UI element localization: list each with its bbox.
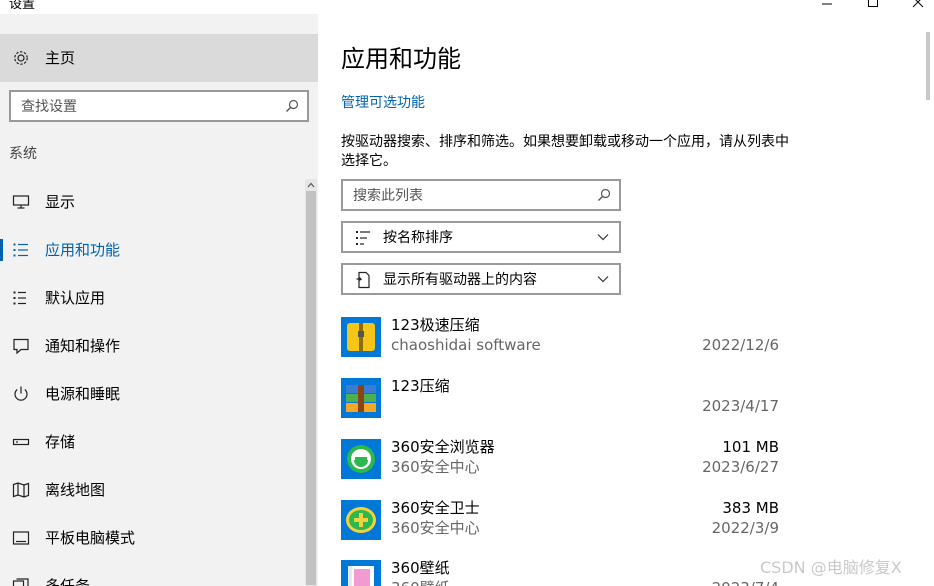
sort-list-icon bbox=[356, 231, 370, 245]
app-list-item[interactable]: 123极速压缩 chaoshidai software 2022/12/6 bbox=[341, 314, 781, 370]
app-name: 360安全浏览器 bbox=[391, 438, 495, 456]
page-title: 应用和功能 bbox=[341, 45, 461, 73]
description-text: 按驱动器搜索、排序和筛选。如果想要卸载或移动一个应用，请从列表中选择它。 bbox=[341, 134, 789, 169]
app-publisher: 360安全中心 bbox=[391, 458, 480, 476]
sidebar-scrollbar-thumb[interactable] bbox=[306, 191, 316, 585]
default-apps-icon bbox=[13, 291, 26, 305]
sidebar-item-label: 显示 bbox=[45, 193, 76, 211]
manage-optional-features-link[interactable]: 管理可选功能 bbox=[341, 93, 425, 113]
360-security-icon bbox=[341, 500, 381, 540]
offline-maps-icon bbox=[12, 482, 30, 498]
scroll-up-arrow-icon[interactable] bbox=[307, 181, 315, 189]
tablet-mode-icon bbox=[12, 531, 30, 545]
compress-archive-icon bbox=[341, 378, 381, 418]
sidebar-item-multitasking[interactable]: 多任务 bbox=[0, 566, 300, 586]
sidebar-item-power[interactable]: 电源和睡眠 bbox=[0, 374, 300, 414]
search-icon bbox=[286, 99, 299, 112]
main-scrollbar[interactable] bbox=[926, 32, 930, 100]
active-indicator bbox=[0, 239, 3, 261]
sidebar-item-apps-features[interactable]: 应用和功能 bbox=[0, 230, 300, 270]
close-button[interactable] bbox=[895, 0, 934, 13]
app-size: 101 MB bbox=[722, 438, 779, 456]
app-name: 360安全卫士 bbox=[391, 499, 480, 517]
sidebar-item-label: 电源和睡眠 bbox=[45, 385, 121, 403]
sidebar-item-label: 存储 bbox=[45, 433, 76, 451]
app-date: 2023/4/17 bbox=[702, 397, 779, 415]
maximize-icon bbox=[868, 0, 878, 7]
sidebar-item-storage[interactable]: 存储 bbox=[0, 422, 300, 462]
multitasking-icon bbox=[12, 578, 29, 586]
home-label: 主页 bbox=[45, 49, 76, 67]
sidebar: 主页 查找设置 系统 显示 应用和功能 默认应用 通知和操作 电源和睡眠 存储 … bbox=[0, 14, 318, 586]
gear-icon bbox=[14, 51, 28, 65]
sidebar-item-label: 通知和操作 bbox=[45, 337, 121, 355]
chevron-down-icon bbox=[597, 276, 609, 283]
search-icon bbox=[598, 188, 611, 201]
sort-dropdown-label: 按名称排序 bbox=[383, 230, 453, 246]
power-icon bbox=[14, 386, 28, 401]
app-name: 360壁纸 bbox=[391, 559, 450, 577]
app-list-item[interactable]: 360安全卫士 360安全中心 383 MB 2022/3/9 bbox=[341, 497, 781, 553]
storage-icon bbox=[12, 438, 30, 446]
sidebar-item-label: 离线地图 bbox=[45, 481, 106, 499]
app-list-item[interactable]: 123压缩 2023/4/17 bbox=[341, 375, 781, 431]
window-title: 设置 bbox=[9, 0, 36, 12]
drive-filter-label: 显示所有驱动器上的内容 bbox=[383, 272, 537, 288]
sidebar-item-label: 多任务 bbox=[45, 577, 91, 586]
app-list-item[interactable]: 360壁纸 360壁纸 2023/7/4 bbox=[341, 557, 781, 586]
sidebar-item-offline-maps[interactable]: 离线地图 bbox=[0, 470, 300, 510]
sidebar-item-notifications[interactable]: 通知和操作 bbox=[0, 326, 300, 366]
drive-filter-icon bbox=[356, 271, 370, 289]
minimize-button[interactable] bbox=[804, 0, 850, 13]
sidebar-item-label: 默认应用 bbox=[45, 289, 106, 307]
app-date: 2022/3/9 bbox=[711, 519, 779, 537]
sidebar-item-tablet-mode[interactable]: 平板电脑模式 bbox=[0, 518, 300, 558]
sidebar-item-default-apps[interactable]: 默认应用 bbox=[0, 278, 300, 318]
notifications-icon bbox=[13, 338, 29, 355]
drive-filter-dropdown[interactable]: 显示所有驱动器上的内容 bbox=[341, 263, 621, 295]
app-name: 123压缩 bbox=[391, 377, 450, 395]
360-wallpaper-icon bbox=[341, 560, 381, 586]
apps-features-icon bbox=[13, 243, 28, 257]
app-publisher: chaoshidai software bbox=[391, 336, 541, 354]
sidebar-scrollbar[interactable] bbox=[305, 179, 317, 586]
watermark: CSDN @电脑修复X bbox=[760, 558, 902, 577]
close-icon bbox=[912, 0, 924, 8]
chevron-down-icon bbox=[597, 234, 609, 241]
app-name: 123极速压缩 bbox=[391, 316, 480, 334]
app-list-search-placeholder: 搜索此列表 bbox=[353, 188, 423, 204]
sort-dropdown[interactable]: 按名称排序 bbox=[341, 221, 621, 253]
sidebar-item-label: 平板电脑模式 bbox=[45, 529, 136, 547]
minimize-icon bbox=[822, 3, 832, 5]
main-content: 应用和功能 管理可选功能 按驱动器搜索、排序和筛选。如果想要卸载或移动一个应用，… bbox=[318, 14, 934, 586]
app-publisher: 360壁纸 bbox=[391, 577, 450, 586]
app-list-item[interactable]: 360安全浏览器 360安全中心 101 MB 2023/6/27 bbox=[341, 436, 781, 492]
display-icon bbox=[12, 195, 30, 209]
sidebar-item-label: 应用和功能 bbox=[45, 241, 121, 259]
maximize-button[interactable] bbox=[850, 0, 896, 13]
title-bar: 设置 bbox=[0, 0, 934, 14]
sidebar-item-display[interactable]: 显示 bbox=[0, 182, 300, 222]
app-list-search-input[interactable]: 搜索此列表 bbox=[341, 179, 621, 211]
home-button[interactable]: 主页 bbox=[0, 34, 318, 82]
zip-archive-icon bbox=[341, 317, 381, 357]
app-publisher: 360安全中心 bbox=[391, 519, 480, 537]
app-date: 2023/6/27 bbox=[702, 458, 779, 476]
app-date: 2022/12/6 bbox=[702, 336, 779, 354]
settings-search-input[interactable]: 查找设置 bbox=[9, 90, 309, 122]
section-title: 系统 bbox=[9, 146, 37, 162]
360-browser-icon bbox=[341, 439, 381, 479]
app-size: 383 MB bbox=[722, 499, 779, 517]
settings-search-placeholder: 查找设置 bbox=[21, 99, 77, 115]
